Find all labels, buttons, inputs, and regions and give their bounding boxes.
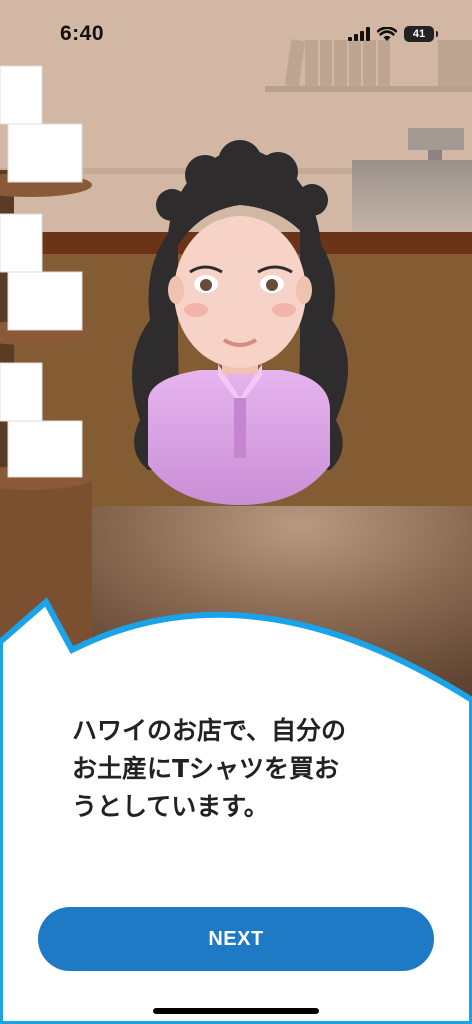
- status-time: 6:40: [60, 22, 105, 45]
- caption-line-2: お土産にTシャツを買お: [72, 754, 340, 783]
- dialog-caption: ハワイのお店で、自分の お土産にTシャツを買お うとしています。: [72, 712, 422, 826]
- shopkeeper-avatar: [132, 140, 349, 505]
- next-button[interactable]: NEXT: [38, 907, 434, 971]
- caption-line-3: うとしています。: [72, 792, 269, 821]
- home-indicator[interactable]: [153, 1008, 319, 1014]
- status-icons: 41: [348, 26, 438, 42]
- battery-icon: 41: [404, 26, 438, 42]
- shop-scene-illustration: [0, 0, 472, 1024]
- caption-line-1: ハワイのお店で、自分の: [72, 716, 347, 745]
- cellular-signal-icon: [348, 27, 370, 41]
- battery-level: 41: [412, 28, 426, 40]
- wifi-icon: [377, 26, 397, 41]
- upper-shelf: [265, 86, 472, 92]
- status-bar: 6:40 41: [0, 0, 472, 70]
